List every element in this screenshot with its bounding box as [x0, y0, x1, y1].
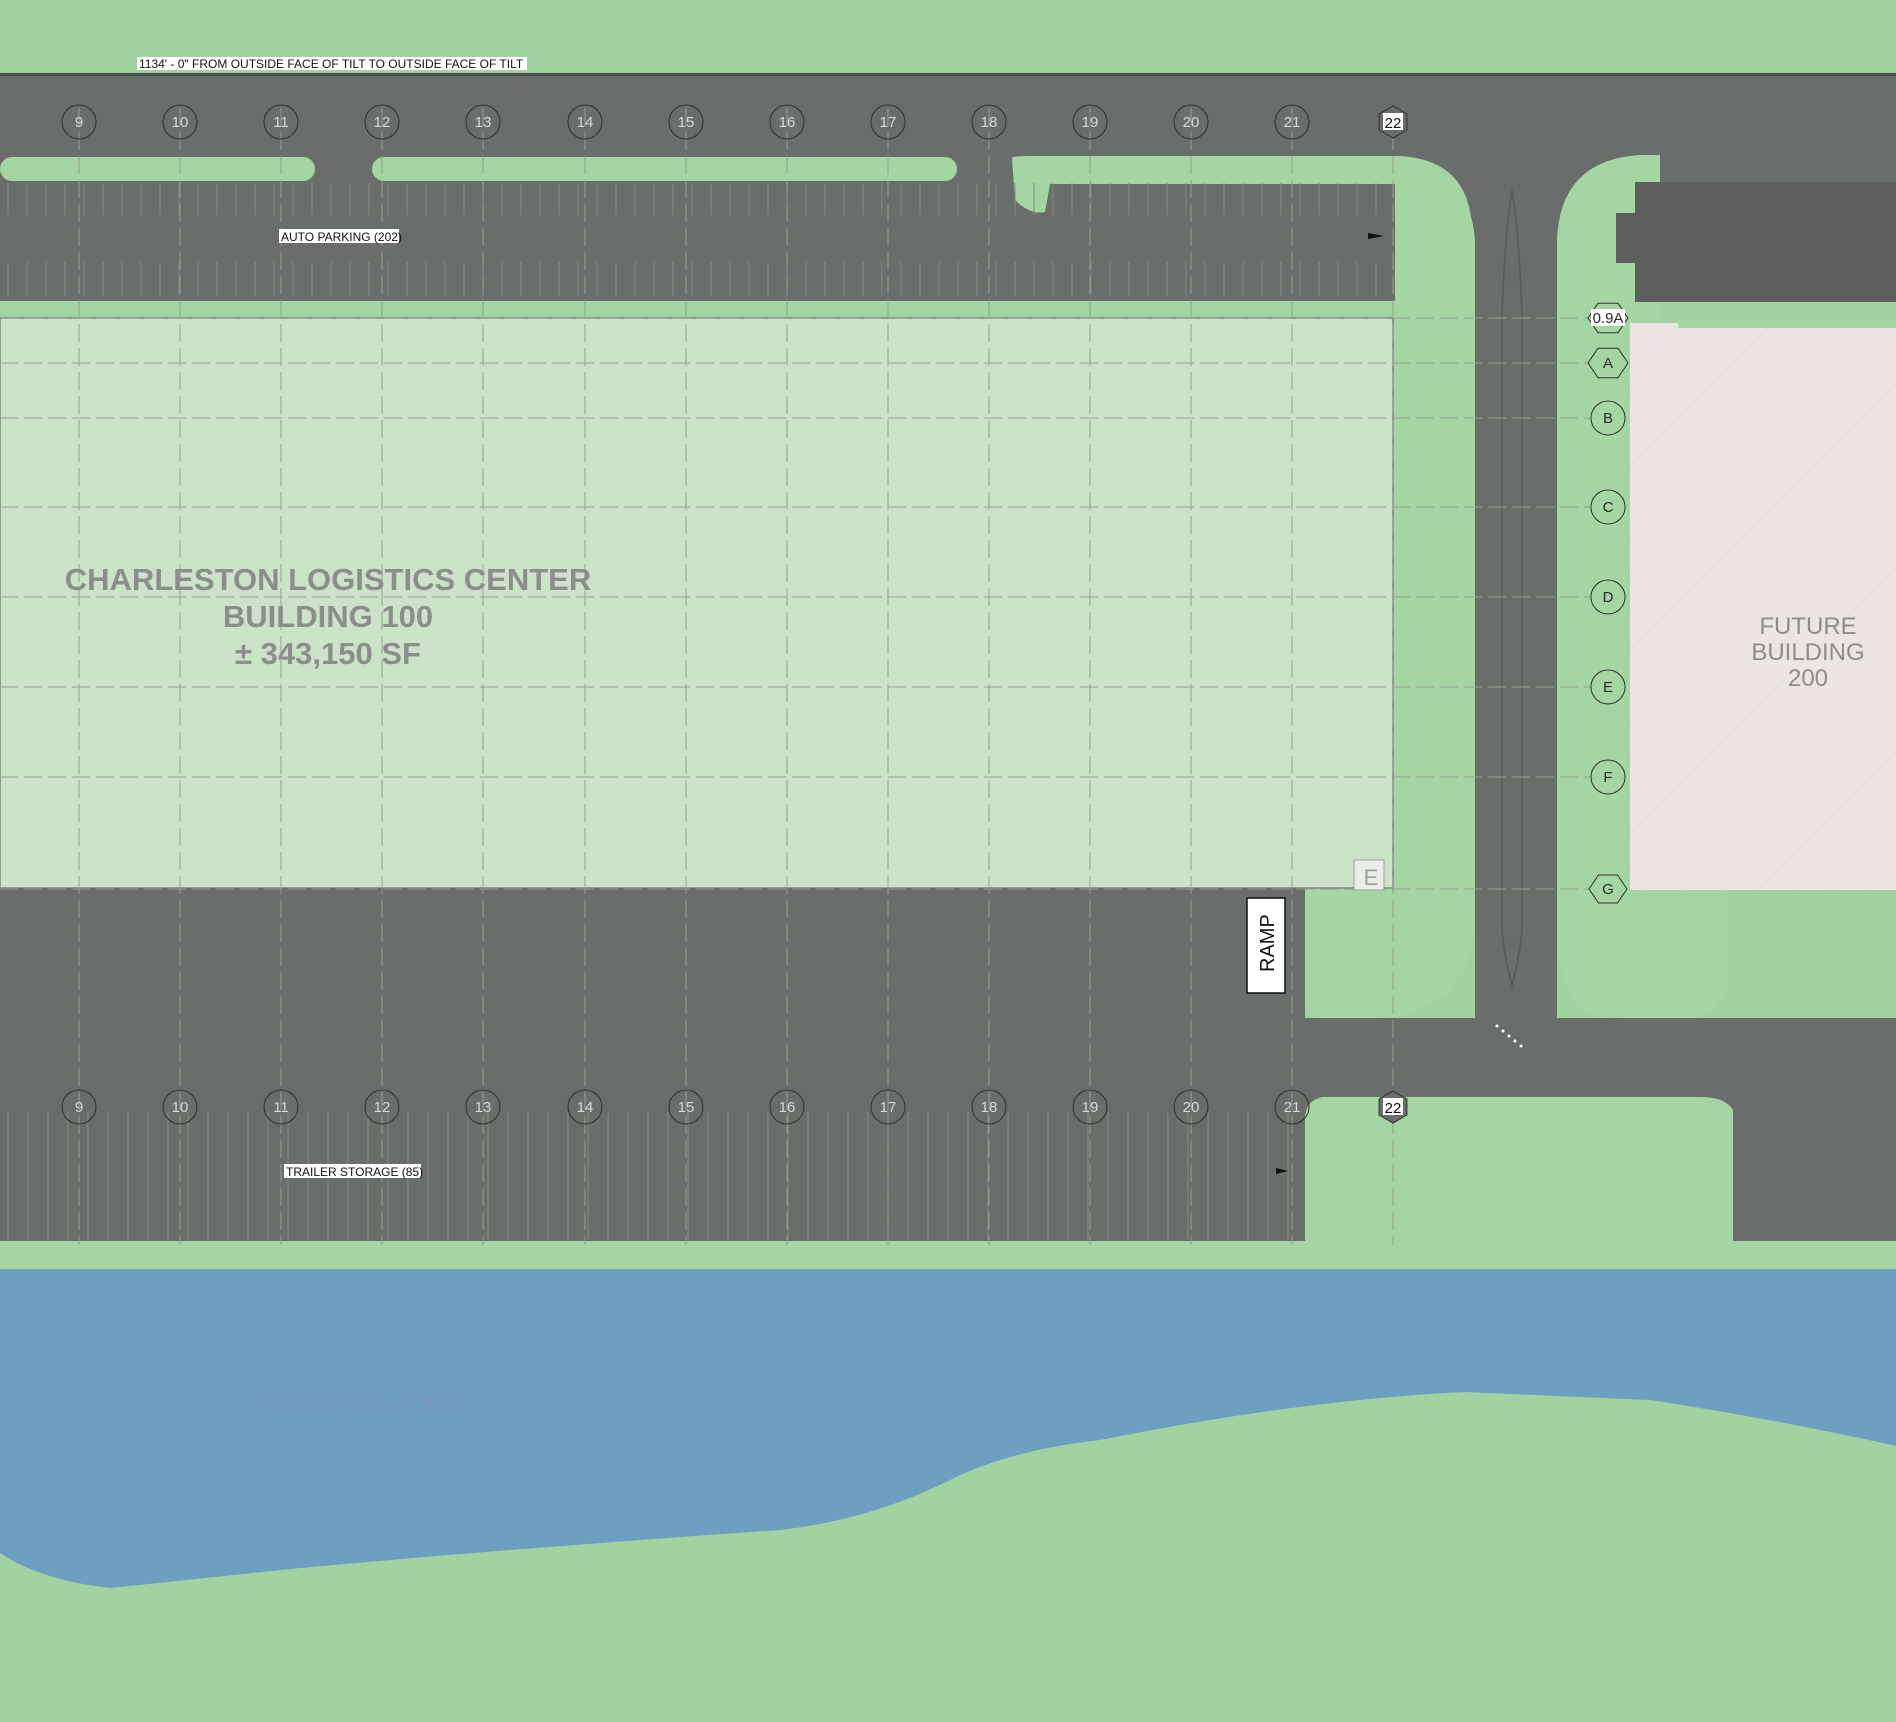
row-bubble-label: G: [1602, 881, 1614, 898]
building-200-line3: 200: [1788, 665, 1828, 692]
column-bubble-label: 9: [75, 1099, 83, 1116]
column-bubble-label: 16: [779, 1099, 796, 1116]
e-marker: E: [1364, 865, 1379, 890]
row-bubble-label: 0.9A: [1593, 310, 1624, 327]
dimension-note: 1134' - 0" FROM OUTSIDE FACE OF TILT TO …: [139, 57, 524, 71]
building-200-roof-notch: [1616, 213, 1638, 263]
site-plan: 9 10 11 12 13 14 15 16 17 18 19 20 21 22 9 10 11 12 13 14 1…: [0, 0, 1896, 1722]
building-200-entry-strip: [1678, 320, 1896, 328]
column-bubble-label: 10: [172, 114, 189, 131]
column-bubble-label: 13: [475, 1099, 492, 1116]
column-bubble-label: 9: [75, 114, 83, 131]
column-bubble-label: 17: [880, 114, 897, 131]
east-landscape-right-2: [1620, 890, 1728, 1018]
row-bubble-label: D: [1603, 589, 1614, 606]
row-bubble-label: C: [1603, 499, 1614, 516]
column-bubble-label: 11: [273, 1099, 289, 1116]
column-bubble-label: 15: [678, 1099, 695, 1116]
auto-parking-label: AUTO PARKING (202): [281, 230, 402, 244]
trailer-storage-label: TRAILER STORAGE (85): [286, 1165, 423, 1179]
column-bubble-label: 22: [1385, 115, 1402, 132]
column-bubble-label: 22: [1385, 1100, 1402, 1117]
building-100-area: ± 343,150 SF: [235, 636, 421, 671]
column-bubble-label: 14: [577, 114, 594, 131]
column-bubble-label: 18: [981, 1099, 998, 1116]
building-front-lawn: [0, 301, 1400, 315]
south-island: [1305, 1097, 1733, 1241]
building-200-roof: [1635, 182, 1896, 302]
ramp-label: RAMP: [1257, 914, 1279, 972]
south-truck-court: [0, 888, 1305, 1241]
row-bubble-label: B: [1603, 410, 1613, 427]
column-bubble-label: 18: [981, 114, 998, 131]
column-bubble-label: 12: [374, 114, 391, 131]
building-200-line2: BUILDING: [1751, 639, 1864, 666]
row-bubble-label: E: [1603, 679, 1613, 696]
column-bubble-label: 17: [880, 1099, 897, 1116]
retention-pond-label: RETENTION POND: [264, 1392, 461, 1417]
column-bubble-label: 19: [1082, 1099, 1099, 1116]
column-bubble-label: 12: [374, 1099, 391, 1116]
column-bubble-label: 19: [1082, 114, 1099, 131]
column-bubble-label: 15: [678, 114, 695, 131]
column-bubble-label: 20: [1183, 114, 1200, 131]
row-bubble-label: F: [1603, 769, 1612, 786]
column-bubble-label: 14: [577, 1099, 594, 1116]
column-bubble-label: 21: [1284, 114, 1301, 131]
column-bubble-label: 16: [779, 114, 796, 131]
column-bubble-label: 21: [1284, 1099, 1301, 1116]
building-100-number: BUILDING 100: [223, 599, 433, 634]
building-200-line1: FUTURE: [1759, 613, 1856, 640]
column-bubble-label: 13: [475, 114, 492, 131]
south-lawn-strip: [0, 1241, 1896, 1269]
column-bubble-label: 10: [172, 1099, 189, 1116]
column-bubble-label: 11: [273, 114, 289, 131]
building-100-footprint: [0, 318, 1393, 888]
building-100-name: CHARLESTON LOGISTICS CENTER: [65, 562, 591, 597]
building-200-hatch: [1630, 323, 1896, 890]
column-bubble-label: 20: [1183, 1099, 1200, 1116]
north-drive-edge: [0, 73, 1896, 76]
row-bubble-label: A: [1603, 355, 1613, 372]
